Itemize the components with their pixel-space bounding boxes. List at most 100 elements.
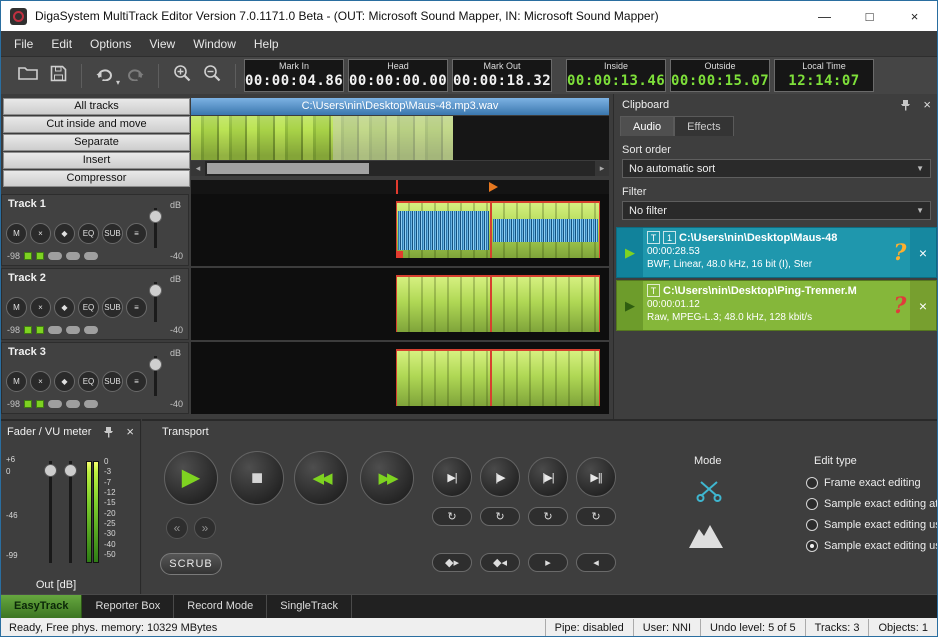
remove-item-button[interactable]: × <box>910 228 936 277</box>
track-fader[interactable] <box>154 356 157 396</box>
undo-button[interactable]: ▾ <box>90 63 120 89</box>
palette-button-all-tracks[interactable]: All tracks <box>3 98 190 115</box>
tab-effects[interactable]: Effects <box>674 116 733 136</box>
timeline-ruler[interactable] <box>191 180 609 194</box>
loop-button[interactable]: ↻ <box>432 507 472 526</box>
play-item-button[interactable]: ▶ <box>617 281 643 330</box>
audio-clip[interactable] <box>491 201 600 258</box>
radio-icon[interactable] <box>806 540 818 552</box>
pin-icon[interactable] <box>900 99 911 111</box>
play-to-in-button[interactable]: ▶| <box>432 457 472 497</box>
loop-button[interactable]: ↻ <box>480 507 520 526</box>
audio-clip[interactable] <box>491 275 600 332</box>
menu-window[interactable]: Window <box>184 37 245 51</box>
clipboard-item[interactable]: ▶ T 1 C:\Users\nin\Desktop\Maus-48 00:00… <box>616 227 937 278</box>
play-over-button[interactable]: ▶|| <box>576 457 616 497</box>
menu-file[interactable]: File <box>5 37 42 51</box>
fast-forward-button[interactable]: ▶▶ <box>360 451 414 505</box>
clipboard-item[interactable]: ▶ T C:\Users\nin\Desktop\Ping-Trenner.M … <box>616 280 937 331</box>
play-button[interactable]: ▶ <box>164 451 218 505</box>
palette-button-insert[interactable]: Insert <box>3 152 190 169</box>
track-fader[interactable] <box>154 208 157 248</box>
zoom-in-button[interactable] <box>167 63 197 89</box>
zoom-out-button[interactable] <box>197 63 227 89</box>
eq-button[interactable]: EQ <box>78 297 99 318</box>
palette-button-separate[interactable]: Separate <box>3 134 190 151</box>
track-fader[interactable] <box>154 282 157 322</box>
track-lane[interactable] <box>191 268 609 340</box>
nudge-left-button[interactable]: ◂ <box>576 553 616 572</box>
next-button[interactable]: » <box>194 517 216 539</box>
tab-reporter-box[interactable]: Reporter Box <box>82 595 174 618</box>
scrub-button[interactable]: SCRUB <box>160 553 222 575</box>
track-lane[interactable] <box>191 342 609 414</box>
playhead-marker[interactable] <box>396 180 398 194</box>
menu-help[interactable]: Help <box>245 37 288 51</box>
pan-button[interactable]: ◆ <box>54 297 75 318</box>
cross-button[interactable]: × <box>30 223 51 244</box>
output-fader-left[interactable] <box>49 461 52 563</box>
maximize-button[interactable]: □ <box>847 1 892 31</box>
track-menu-button[interactable]: ≡ <box>126 223 147 244</box>
track-fader-knob[interactable] <box>149 284 162 297</box>
loop-button[interactable]: ↻ <box>576 507 616 526</box>
sub-button[interactable]: SUB <box>102 371 123 392</box>
radio-sample-exact-2[interactable]: Sample exact editing us <box>806 519 938 531</box>
fader-vu-close-icon[interactable]: × <box>126 425 134 438</box>
track-menu-button[interactable]: ≡ <box>126 297 147 318</box>
radio-icon[interactable] <box>806 477 818 489</box>
track-lane[interactable] <box>191 194 609 266</box>
overview-selection[interactable] <box>333 116 453 160</box>
pan-button[interactable]: ◆ <box>54 223 75 244</box>
tab-singletrack[interactable]: SingleTrack <box>267 595 352 618</box>
crossfade-icon[interactable] <box>688 523 724 549</box>
menu-view[interactable]: View <box>140 37 184 51</box>
remove-item-button[interactable]: × <box>910 281 936 330</box>
edit-forward-button[interactable]: ◆▸ <box>432 553 472 572</box>
clipboard-close-icon[interactable]: × <box>923 98 931 111</box>
play-item-button[interactable]: ▶ <box>617 228 643 277</box>
locator-marker[interactable] <box>489 182 498 192</box>
scroll-left-arrow[interactable]: ◂ <box>191 161 205 176</box>
radio-frame-exact[interactable]: Frame exact editing <box>806 477 921 489</box>
overview-scrollbar[interactable]: ◂ ▸ <box>191 161 609 176</box>
fader-knob[interactable] <box>44 464 57 477</box>
eq-button[interactable]: EQ <box>78 223 99 244</box>
edit-backward-button[interactable]: ◆◂ <box>480 553 520 572</box>
play-between-button[interactable]: |▶| <box>528 457 568 497</box>
overview-file-header[interactable]: C:\Users\nin\Desktop\Maus-48.mp3.wav <box>191 98 609 115</box>
tab-easytrack[interactable]: EasyTrack <box>1 595 82 618</box>
scissors-icon[interactable] <box>696 479 722 503</box>
audio-clip[interactable] <box>396 349 491 406</box>
radio-sample-exact-3[interactable]: Sample exact editing us <box>806 540 938 552</box>
track-fader-knob[interactable] <box>149 210 162 223</box>
palette-button-cut-inside-and-move[interactable]: Cut inside and move <box>3 116 190 133</box>
close-button[interactable]: × <box>892 1 937 31</box>
cross-button[interactable]: × <box>30 297 51 318</box>
nudge-right-button[interactable]: ▸ <box>528 553 568 572</box>
mute-button[interactable]: M <box>6 371 27 392</box>
fader-knob[interactable] <box>64 464 77 477</box>
sub-button[interactable]: SUB <box>102 297 123 318</box>
track-menu-button[interactable]: ≡ <box>126 371 147 392</box>
pan-button[interactable]: ◆ <box>54 371 75 392</box>
previous-button[interactable]: « <box>166 517 188 539</box>
play-from-in-button[interactable]: |▶ <box>480 457 520 497</box>
filter-select[interactable]: No filter ▼ <box>622 201 931 220</box>
tab-record-mode[interactable]: Record Mode <box>174 595 267 618</box>
pin-icon[interactable] <box>103 426 114 438</box>
track-fader-knob[interactable] <box>149 358 162 371</box>
scroll-right-arrow[interactable]: ▸ <box>595 161 609 176</box>
audio-clip[interactable] <box>396 275 491 332</box>
minimize-button[interactable]: — <box>802 1 847 31</box>
overview-waveform[interactable] <box>191 116 609 160</box>
redo-button[interactable] <box>120 63 150 89</box>
sub-button[interactable]: SUB <box>102 223 123 244</box>
mute-button[interactable]: M <box>6 223 27 244</box>
menu-options[interactable]: Options <box>81 37 140 51</box>
stop-button[interactable]: ■ <box>230 451 284 505</box>
mute-button[interactable]: M <box>6 297 27 318</box>
radio-sample-exact-1[interactable]: Sample exact editing at <box>806 498 938 510</box>
audio-clip[interactable] <box>396 201 491 258</box>
rewind-button[interactable]: ◀◀ <box>294 451 348 505</box>
